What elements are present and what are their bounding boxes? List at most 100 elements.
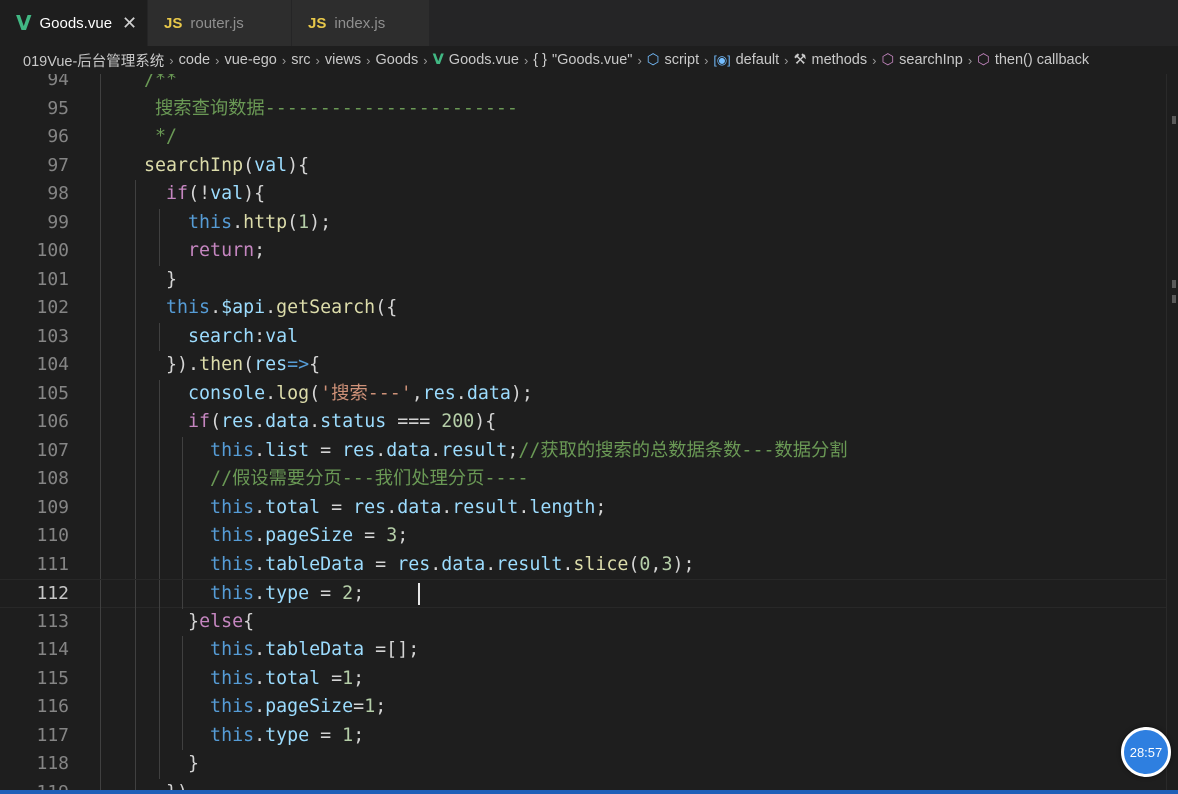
code-text: this.type = 2; [100,580,375,609]
code-token: . [485,553,497,575]
line-number: 97 [47,154,69,176]
line-number: 95 [47,97,69,119]
breadcrumb-item[interactable]: 019Vue-后台管理系统 [23,50,164,71]
breadcrumb-item[interactable]: { } "Goods.vue" [533,52,632,68]
code-line[interactable]: 95 搜索查询数据----------------------- [0,94,1166,123]
code-line[interactable]: 101 } [0,265,1166,294]
overview-ruler-mark [1172,295,1176,303]
breadcrumb-item[interactable]: V Goods.vue [433,52,519,68]
code-token: { [309,354,321,375]
breadcrumb-item[interactable]: ⬡ searchInp [881,52,962,68]
code-text: console.log('搜索---',res.data); [100,380,533,409]
code-line[interactable]: 117 this.type = 1; [0,721,1166,750]
code-text: }else{ [100,608,254,637]
code-text: if(!val){ [100,180,265,209]
code-token: . [562,553,574,575]
line-number: 103 [36,325,69,347]
code-text: this.list = res.data.result;//获取的搜索的总数据条… [100,437,848,466]
breadcrumb-label: script [664,52,700,68]
code-token: . [430,439,442,461]
breadcrumb-item[interactable]: ⚒ methods [793,52,867,68]
tab-router-js[interactable]: JS router.js [148,0,292,46]
breadcrumb-item[interactable]: code [179,52,210,68]
code-token: console [100,382,266,404]
code-line[interactable]: 118 } [0,750,1166,779]
code-line[interactable]: 107 this.list = res.data.result;//获取的搜索的… [0,436,1166,466]
breadcrumb-item[interactable]: [◉] default [713,52,779,68]
code-token: . [210,297,222,318]
editor-tab-bar: V Goods.vue ✕ JS router.js JS index.js [0,0,1178,46]
code-token: ; [254,240,266,261]
code-line[interactable]: 116 this.pageSize=1; [0,693,1166,722]
code-line[interactable]: 99 this.http(1); [0,208,1166,238]
code-token: = [320,496,354,518]
breadcrumb-item[interactable]: src [291,52,310,68]
code-line[interactable]: 114 this.tableData =[]; [0,636,1166,665]
code-token: status [320,411,387,432]
code-token: res [221,411,255,432]
tab-goods-vue[interactable]: V Goods.vue ✕ [0,0,148,46]
code-token: . [254,496,266,518]
code-line[interactable]: 112 this.type = 2; [0,579,1166,609]
code-token: res [397,553,431,575]
code-token: { [243,610,255,632]
code-line[interactable]: 115 this.total =1; [0,664,1166,694]
code-line[interactable]: 103 search:val [0,322,1166,351]
code-line[interactable]: 100 return; [0,237,1166,266]
line-number: 101 [36,268,69,290]
code-line[interactable]: 105 console.log('搜索---',res.data); [0,379,1166,409]
breadcrumb: 019Vue-后台管理系统 › code › vue-ego › src › views › Goo… [0,46,1178,74]
code-token: } [100,268,178,290]
code-token: total [265,667,321,689]
code-line[interactable]: 113 }else{ [0,607,1166,637]
code-token: tableData [265,553,365,575]
line-number: 110 [36,525,69,546]
breadcrumb-item[interactable]: ⬡ then() callback [977,52,1089,68]
code-token: ){ [243,183,266,204]
code-token: 1 [342,724,354,746]
code-token: slice [573,553,629,575]
code-line[interactable]: 111 this.tableData = res.data.result.sli… [0,550,1166,579]
vue-icon: V [432,52,444,68]
code-token: } [100,610,200,632]
code-token: data [441,553,486,575]
recording-timer-badge[interactable]: 28:57 [1121,727,1171,777]
code-text: this.http(1); [100,209,331,238]
js-icon: JS [308,14,327,32]
breadcrumb-item[interactable]: vue-ego [224,52,276,68]
code-line[interactable]: 109 this.total = res.data.result.length; [0,493,1166,522]
code-line[interactable]: 98 if(!val){ [0,180,1166,209]
tab-index-js[interactable]: JS index.js [292,0,430,46]
code-line[interactable]: 106 if(res.data.status === 200){ [0,408,1166,437]
breadcrumb-label: Goods [375,52,419,68]
line-number: 111 [36,553,69,575]
code-line[interactable]: 102 this.$api.getSearch({ [0,294,1166,323]
breadcrumb-item[interactable]: Goods [375,52,418,68]
code-line[interactable]: 108 //假设需要分页---我们处理分页---- [0,465,1166,494]
close-icon[interactable]: ✕ [122,13,137,34]
code-line[interactable]: 104 }).then(res=>{ [0,351,1166,380]
code-token: searchInp [100,154,244,176]
code-line[interactable]: 96 */ [0,123,1166,152]
wrench-icon: ⚒ [793,52,807,68]
code-editor[interactable]: 94 /** 95 搜索查询数据----------------------- 96… [0,74,1166,794]
breadcrumb-label: vue-ego [224,52,277,68]
code-text: this.tableData =[]; [100,636,419,665]
breadcrumb-item[interactable]: views [325,52,361,68]
code-token: type [265,583,310,604]
breadcrumb-item[interactable]: ⬡ script [647,52,699,68]
code-line[interactable]: 110 this.pageSize = 3; [0,522,1166,551]
editor-scrollbar[interactable] [1166,74,1178,794]
tab-label: Goods.vue [39,14,113,32]
code-line[interactable]: 97 searchInp(val){ [0,151,1166,180]
code-token: , [411,382,423,404]
code-line[interactable]: 94 /** [0,74,1166,95]
code-token: ){ [474,411,497,432]
code-token: */ [100,126,178,147]
code-token: . [254,583,266,604]
method-icon: ⬡ [977,52,990,68]
code-token: 搜索查询数据----------------------- [100,97,518,119]
code-text: this.total =1; [100,665,364,694]
code-token: . [254,525,266,546]
code-token: this [100,525,255,546]
